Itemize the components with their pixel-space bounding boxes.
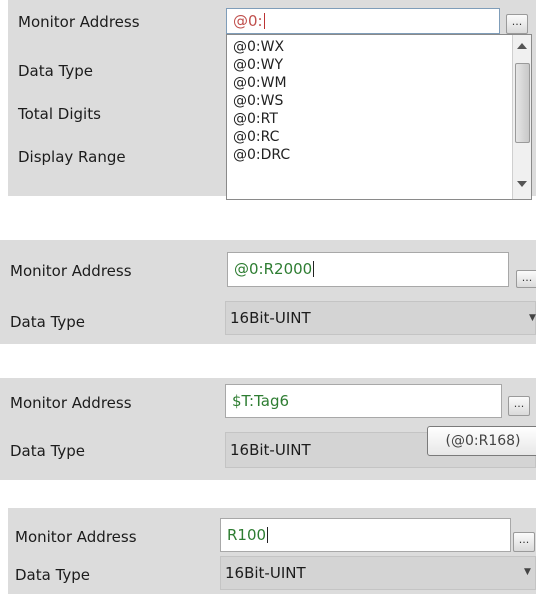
text-caret xyxy=(263,13,265,29)
address-option[interactable]: @0:RT xyxy=(233,110,290,128)
monitor-address-value: R100 xyxy=(227,526,267,544)
monitor-address-value: @0:R2000 xyxy=(234,260,313,278)
text-caret xyxy=(313,261,315,277)
display-range-label: Display Range xyxy=(18,148,126,166)
data-type-select[interactable]: 16Bit-UINT xyxy=(225,301,536,335)
data-type-label: Data Type xyxy=(18,62,94,80)
monitor-panel-tag: Monitor Address $T:Tag6 ... Data Type 16… xyxy=(0,378,536,480)
monitor-panel-r100: Monitor Address R100 ... Data Type 16Bit… xyxy=(8,508,536,594)
browse-address-button[interactable]: ... xyxy=(513,532,535,552)
data-type-value: 16Bit-UINT xyxy=(230,441,311,459)
address-option[interactable]: @0:WM xyxy=(233,74,290,92)
monitor-address-value: $T:Tag6 xyxy=(232,392,290,410)
data-type-label: Data Type xyxy=(15,566,91,584)
dropdown-scrollbar[interactable] xyxy=(512,35,531,199)
data-type-value: 16Bit-UINT xyxy=(225,564,306,582)
browse-address-button[interactable]: ... xyxy=(508,396,530,416)
data-type-value: 16Bit-UINT xyxy=(230,309,311,327)
address-tooltip: (@0:R168) xyxy=(427,426,536,456)
address-option[interactable]: @0:WS xyxy=(233,92,290,110)
data-type-label: Data Type xyxy=(10,313,86,331)
address-suggestion-dropdown: @0:WX @0:WY @0:WM @0:WS @0:RT @0:RC @0:D… xyxy=(226,34,532,200)
chevron-down-icon[interactable]: ▼ xyxy=(529,313,536,323)
monitor-panel-autocomplete: Monitor Address Data Type Total Digits D… xyxy=(8,0,536,200)
monitor-address-label: Monitor Address xyxy=(10,394,132,412)
browse-address-button[interactable]: ... xyxy=(506,14,528,34)
browse-address-button[interactable]: ... xyxy=(516,270,536,288)
monitor-address-label: Monitor Address xyxy=(18,13,140,31)
chevron-down-icon[interactable]: ▼ xyxy=(524,567,531,577)
data-type-select[interactable]: 16Bit-UINT xyxy=(220,556,536,590)
scrollbar-thumb[interactable] xyxy=(515,63,530,143)
address-option[interactable]: @0:WY xyxy=(233,56,290,74)
monitor-address-input[interactable]: @0: xyxy=(226,8,500,34)
monitor-address-input[interactable]: @0:R2000 xyxy=(227,252,509,287)
monitor-address-label: Monitor Address xyxy=(15,528,137,546)
monitor-address-input[interactable]: $T:Tag6 xyxy=(225,384,502,418)
address-option[interactable]: @0:WX xyxy=(233,38,290,56)
monitor-panel-r2000: Monitor Address @0:R2000 ... Data Type 1… xyxy=(0,240,536,344)
total-digits-label: Total Digits xyxy=(18,105,101,123)
scroll-up-arrow-icon[interactable] xyxy=(517,43,527,49)
address-option[interactable]: @0:RC xyxy=(233,128,290,146)
address-suggestion-list: @0:WX @0:WY @0:WM @0:WS @0:RT @0:RC @0:D… xyxy=(233,38,290,164)
monitor-address-label: Monitor Address xyxy=(10,262,132,280)
scroll-down-arrow-icon[interactable] xyxy=(517,181,527,187)
data-type-label: Data Type xyxy=(10,442,86,460)
monitor-address-value: @0: xyxy=(233,12,263,30)
address-option[interactable]: @0:DRC xyxy=(233,146,290,164)
monitor-address-input[interactable]: R100 xyxy=(220,518,511,552)
text-caret xyxy=(267,527,269,543)
